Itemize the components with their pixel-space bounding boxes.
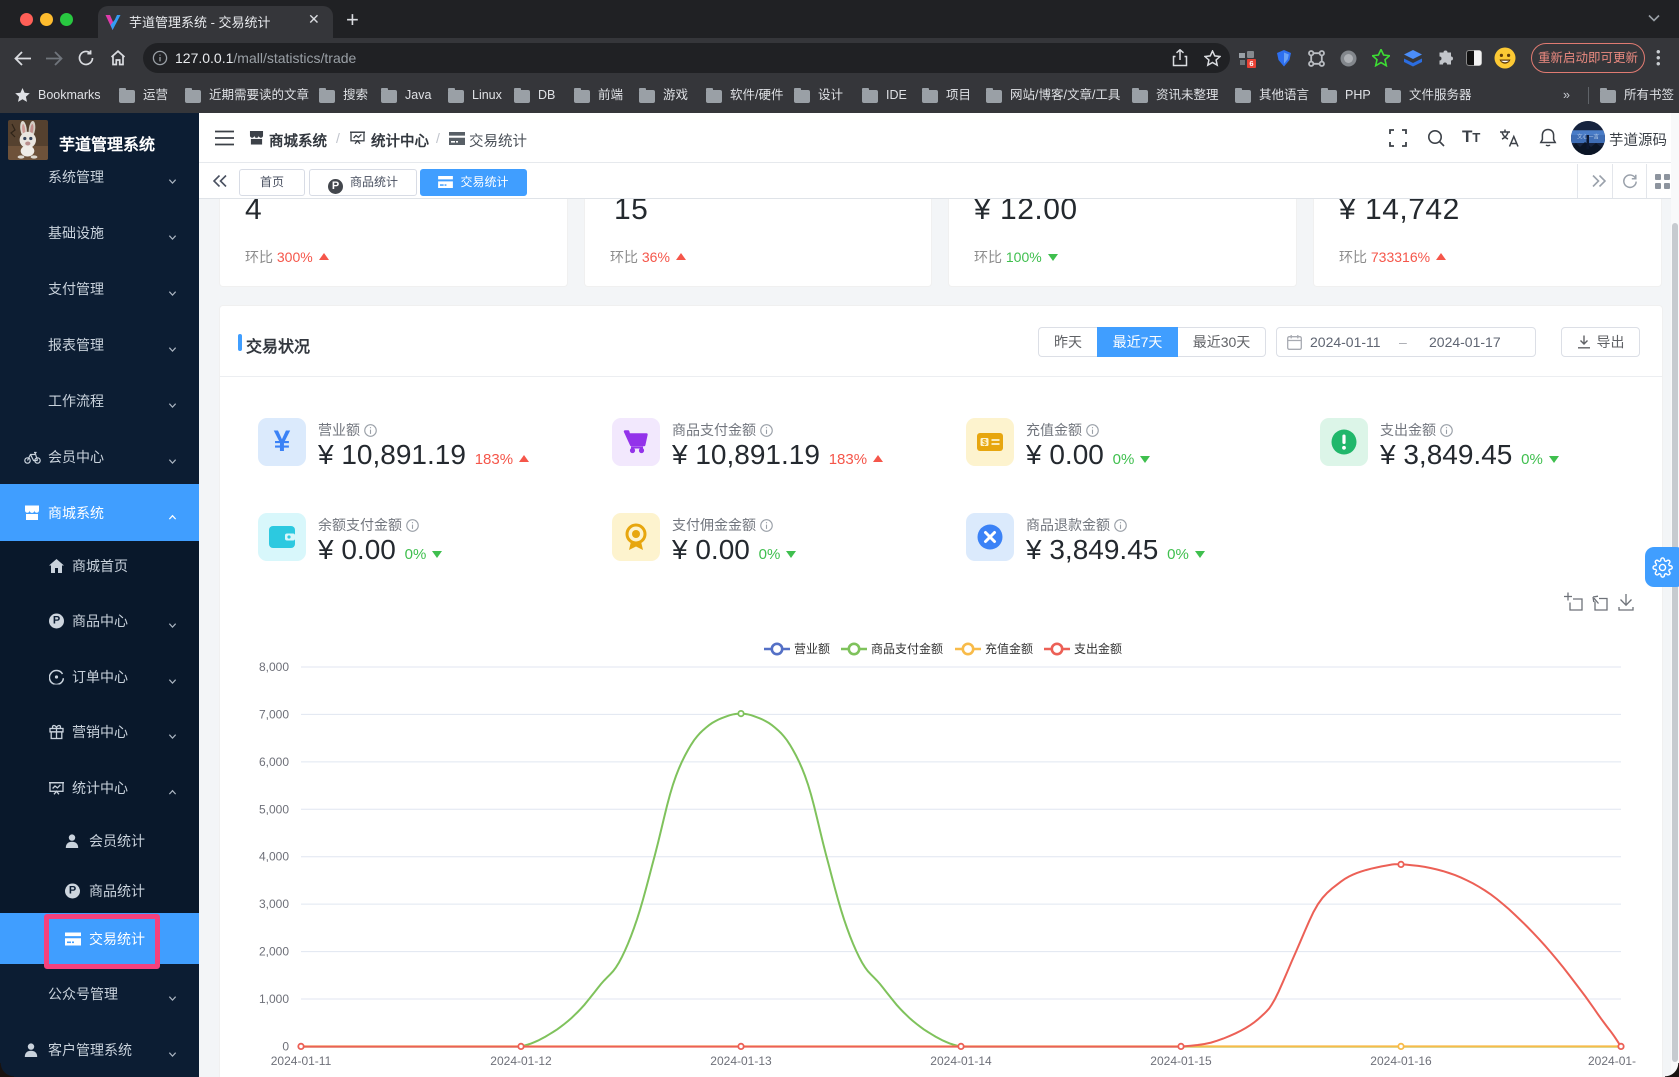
svg-text:2,000: 2,000 [259, 945, 289, 959]
svg-text:5,000: 5,000 [259, 802, 289, 816]
svg-text:6,000: 6,000 [259, 755, 289, 769]
svg-text:8,000: 8,000 [259, 660, 289, 674]
svg-text:营业额: 营业额 [794, 642, 830, 656]
svg-text:2024-01-12: 2024-01-12 [490, 1054, 552, 1068]
svg-text:$: $ [982, 438, 987, 447]
svg-text:充值金额: 充值金额 [985, 641, 1033, 656]
svg-text:2024-01-14: 2024-01-14 [930, 1054, 992, 1068]
svg-text:支出金额: 支出金额 [1074, 641, 1122, 656]
svg-text:4,000: 4,000 [259, 850, 289, 864]
svg-text:2024-01-16: 2024-01-16 [1370, 1054, 1432, 1068]
svg-text:7,000: 7,000 [259, 707, 289, 721]
svg-text:2024-01-15: 2024-01-15 [1150, 1054, 1212, 1068]
svg-text:2024-01-11: 2024-01-11 [271, 1054, 332, 1068]
svg-text:商品支付金额: 商品支付金额 [871, 641, 943, 656]
svg-text:2024-01-13: 2024-01-13 [710, 1054, 772, 1068]
svg-text:0: 0 [282, 1039, 289, 1053]
svg-text:1,000: 1,000 [259, 992, 289, 1006]
svg-text:3,000: 3,000 [259, 897, 289, 911]
svg-text:2024-01-: 2024-01- [1588, 1054, 1636, 1068]
svg-text:6: 6 [1249, 59, 1253, 68]
